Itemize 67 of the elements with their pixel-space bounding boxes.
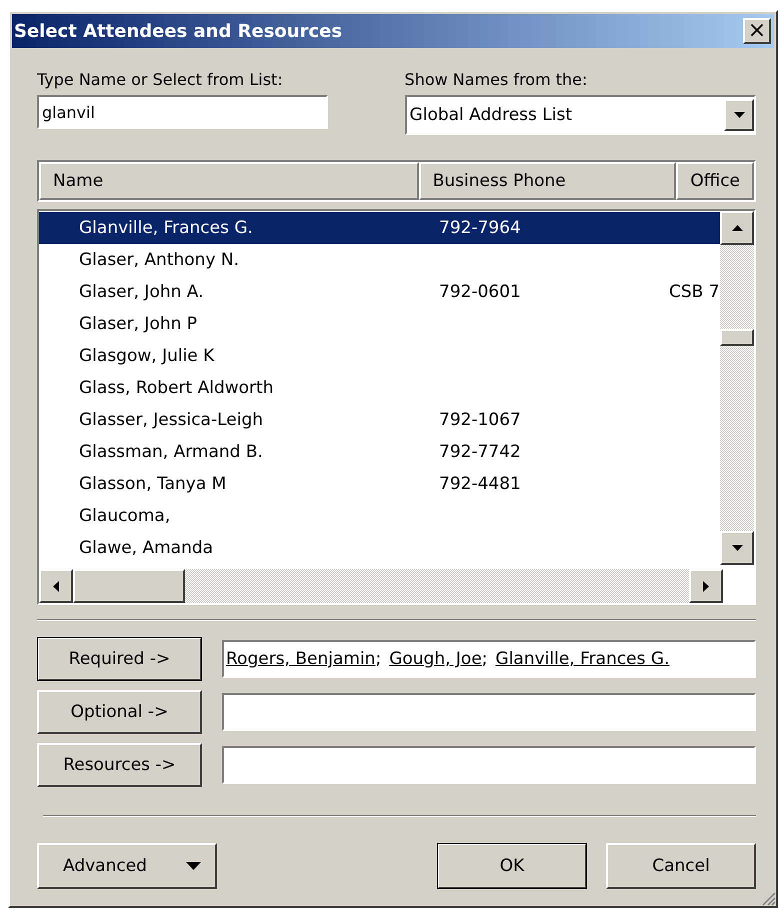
table-cell-text: Glasson, Tanya M (78, 474, 228, 494)
table-cell-text: Glaser, John P (78, 314, 198, 334)
attendee-type-button[interactable]: Required -> (37, 637, 202, 681)
recipient-name[interactable]: Rogers, Benjamin (226, 649, 376, 669)
table-cell: CSB 7 (669, 282, 720, 302)
table-cell-text: Glaser, Anthony N. (78, 250, 240, 270)
table-cell: 792-4481 (439, 474, 521, 494)
table-cell-text: Glaser, John A. (78, 282, 205, 302)
right-arrow-icon (703, 580, 709, 592)
scroll-thumb[interactable] (73, 569, 185, 603)
scroll-down-button[interactable] (720, 531, 754, 565)
advanced-button[interactable]: Advanced (37, 843, 217, 889)
scroll-thumb[interactable] (720, 329, 754, 346)
attendee-type-button[interactable]: Resources -> (37, 743, 202, 787)
table-cell-text: Glass, Robert Aldworth (78, 378, 274, 398)
list-row[interactable]: Glaser, John A. 792-0601 CSB 7 (39, 276, 723, 308)
list-row[interactable]: Glasson, Tanya M 792-4481 (39, 468, 723, 500)
table-cell: 792-7742 (439, 442, 521, 462)
table-cell-text: Glaucoma, (78, 506, 172, 526)
close-button[interactable]: × (743, 18, 771, 44)
field-label: Type Name or Select from List: (37, 70, 284, 89)
column-header[interactable]: Name (39, 162, 419, 200)
recipients-field[interactable] (222, 746, 756, 784)
horizontal-scrollbar[interactable] (39, 569, 723, 603)
separator-text: ; (482, 649, 488, 669)
list-row[interactable]: Glaser, Anthony N. (39, 244, 723, 276)
resize-grip-icon[interactable] (760, 890, 776, 906)
scroll-left-button[interactable] (39, 569, 73, 603)
address-book-dropdown[interactable]: Global Address List (404, 95, 756, 135)
caret-icon (186, 862, 201, 870)
left-arrow-icon (53, 580, 59, 592)
list-row[interactable]: Glassman, Armand B. 792-7742 (39, 436, 723, 468)
recipients-field[interactable]: Rogers, Benjamin; Gough, Joe; Glanville, Frances G. (222, 640, 756, 678)
down-arrow-icon (732, 545, 742, 551)
recipient-name[interactable]: Glanville, Frances G. (496, 649, 670, 669)
dropdown-button[interactable] (724, 99, 754, 131)
list-row[interactable]: Glawe, Amanda (39, 532, 723, 564)
table-cell-text: Glanville, Frances G. (78, 218, 254, 238)
scroll-up-button[interactable] (720, 211, 754, 245)
table-cell-text: Glassman, Armand B. (78, 442, 264, 462)
field-label: Show Names from the: (404, 70, 588, 89)
column-header[interactable]: Office (676, 162, 754, 200)
scroll-right-button[interactable] (689, 569, 723, 603)
list-row[interactable]: Glanville, Frances G. 792-7964 (39, 212, 723, 244)
table-cell: 792-7964 (439, 218, 521, 238)
list-row[interactable]: Glasser, Jessica-Leigh 792-1067 (39, 404, 723, 436)
column-header[interactable]: Business Phone (418, 162, 676, 200)
separator-text: ; (375, 649, 382, 669)
list-row[interactable]: Glaucoma, (39, 500, 723, 532)
recipients-field[interactable] (222, 693, 756, 731)
list-row[interactable]: Glasgow, Julie K (39, 340, 723, 372)
recipient-name[interactable]: Gough, Joe (389, 649, 482, 669)
table-cell: 792-0601 (439, 282, 521, 302)
window-title: Select Attendees and Resources (14, 20, 342, 42)
name-search-field[interactable]: glanvil (37, 95, 328, 129)
list-row[interactable]: Glass, Robert Aldworth (39, 372, 723, 404)
table-cell-text: Glasgow, Julie K (78, 346, 216, 366)
table-cell: 792-1067 (439, 410, 521, 430)
attendee-type-button[interactable]: Optional -> (37, 690, 202, 734)
list-row[interactable]: Glaser, John P (39, 308, 723, 340)
table-cell-text: Glawe, Amanda (78, 538, 214, 558)
up-arrow-icon (732, 225, 742, 231)
caret-icon (734, 112, 744, 118)
vertical-scrollbar[interactable] (720, 211, 754, 565)
table-cell-text: Glasser, Jessica-Leigh (78, 410, 264, 430)
ok-button[interactable]: OK (437, 843, 587, 889)
cancel-button[interactable]: Cancel (606, 843, 756, 889)
